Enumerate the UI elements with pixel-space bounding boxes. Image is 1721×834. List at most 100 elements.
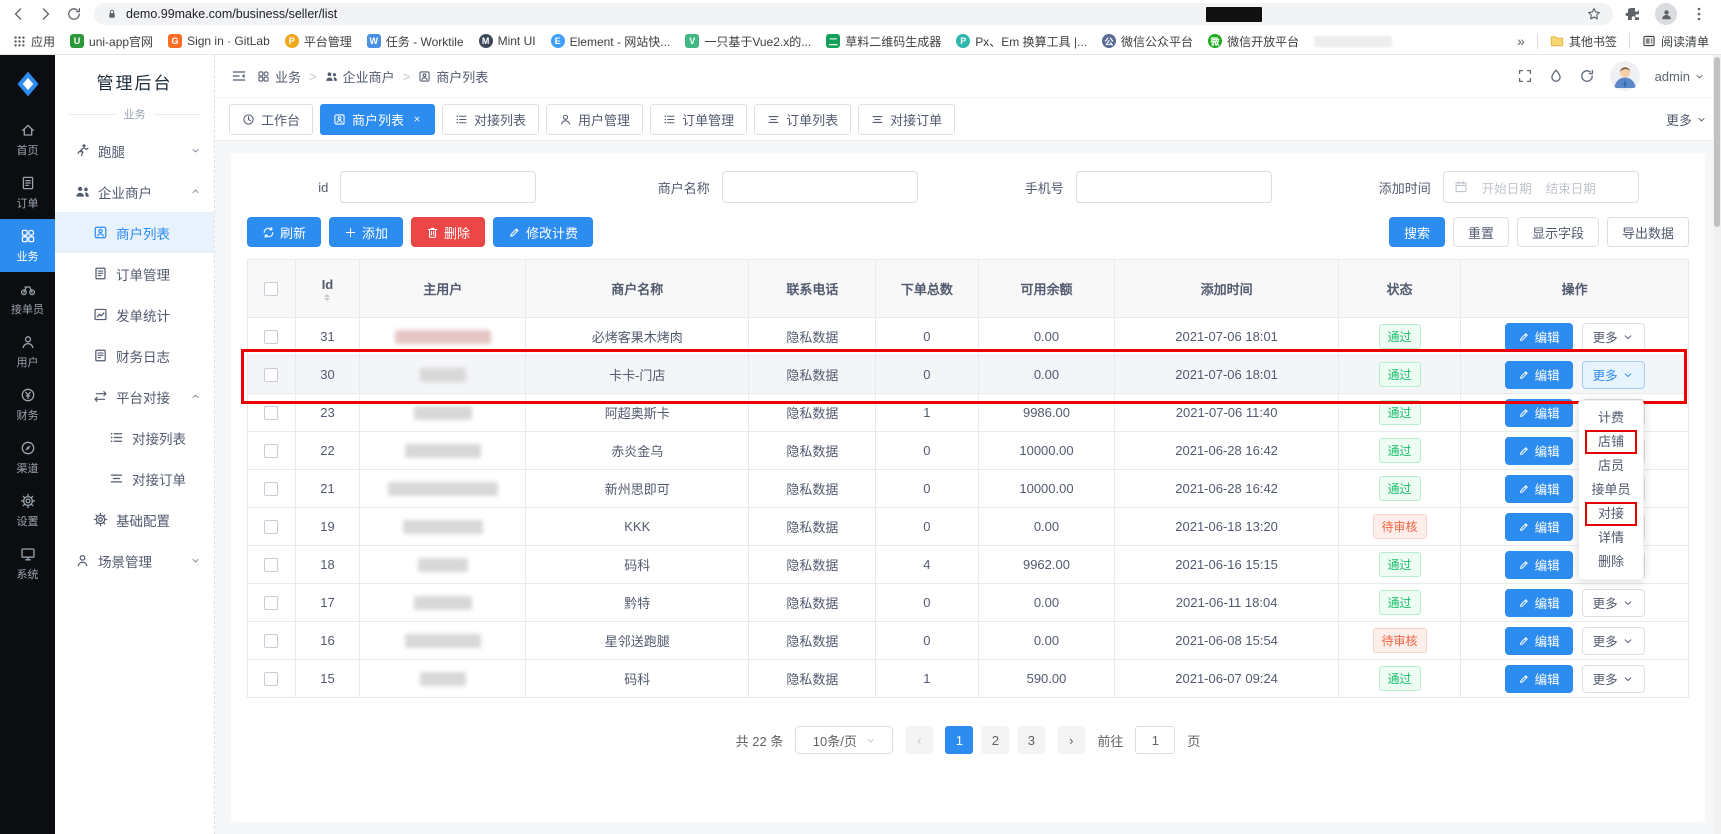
sort-carets-icon[interactable] <box>324 294 330 301</box>
tab-order-list[interactable]: 订单列表 <box>754 104 851 135</box>
bookmark-mint-ui[interactable]: MMint UI <box>479 34 536 48</box>
row-checkbox[interactable] <box>264 330 278 344</box>
bookmark-element[interactable]: EElement - 网站快... <box>551 33 671 50</box>
rail-item-users[interactable]: 用户 <box>0 325 55 378</box>
tab-workbench[interactable]: 工作台 <box>229 104 313 135</box>
user-menu[interactable]: admin <box>1655 69 1705 84</box>
sidebar-item-dispatch-stats[interactable]: 发单统计 <box>55 294 214 335</box>
column-header-checkbox[interactable] <box>248 260 296 318</box>
refresh-button[interactable]: 刷新 <box>247 217 321 247</box>
app-logo[interactable] <box>13 69 43 99</box>
reset-button[interactable]: 重置 <box>1453 217 1509 247</box>
edit-button[interactable]: 编辑 <box>1505 513 1573 541</box>
sidebar-item-merchant-list[interactable]: 商户列表 <box>55 212 214 253</box>
bookmark-apps[interactable]: 应用 <box>12 33 55 50</box>
edit-button[interactable]: 编辑 <box>1505 399 1573 427</box>
sidebar-item-errand[interactable]: 跑腿 <box>55 130 214 171</box>
tab-merchant-list[interactable]: 商户列表 <box>320 104 435 135</box>
refresh-page-icon[interactable] <box>1579 68 1595 84</box>
dropdown-item-connect[interactable]: 对接 <box>1579 502 1643 526</box>
filter-input-merchant-name[interactable] <box>722 171 918 203</box>
bookmark-platform-admin[interactable]: P平台管理 <box>285 33 352 50</box>
profile-icon[interactable] <box>1655 3 1677 25</box>
more-button[interactable]: 更多 <box>1582 323 1645 351</box>
breadcrumb-enterprise-merchant[interactable]: 企业商户 <box>325 67 395 86</box>
other-bookmarks-button[interactable]: 其他书签 <box>1550 33 1617 50</box>
row-checkbox[interactable] <box>264 482 278 496</box>
dropdown-item-courier[interactable]: 接单员 <box>1579 478 1643 502</box>
row-checkbox[interactable] <box>264 444 278 458</box>
row-checkbox[interactable] <box>264 672 278 686</box>
back-icon[interactable] <box>10 6 26 22</box>
sidebar-item-scene-manage[interactable]: 场景管理 <box>55 540 214 581</box>
edit-button[interactable]: 编辑 <box>1505 361 1573 389</box>
fullscreen-icon[interactable] <box>1517 68 1533 84</box>
modify-billing-button[interactable]: 修改计费 <box>493 217 593 247</box>
extensions-icon[interactable] <box>1625 6 1641 22</box>
prev-page-button[interactable]: ‹ <box>905 726 933 754</box>
show-fields-button[interactable]: 显示字段 <box>1517 217 1599 247</box>
breadcrumb-merchant-list[interactable]: 商户列表 <box>418 67 488 86</box>
goto-page-input[interactable] <box>1135 726 1175 754</box>
export-data-button[interactable]: 导出数据 <box>1607 217 1689 247</box>
more-button[interactable]: 更多 <box>1582 627 1645 655</box>
rail-item-courier[interactable]: 接单员 <box>0 272 55 325</box>
close-icon[interactable] <box>412 114 422 124</box>
filter-input-phone[interactable] <box>1076 171 1272 203</box>
tab-connect-order[interactable]: 对接订单 <box>858 104 955 135</box>
page-size-select[interactable]: 10条/页 <box>795 726 893 754</box>
bookmark-star-icon[interactable] <box>1587 7 1601 21</box>
rail-item-finance[interactable]: 财务 <box>0 378 55 431</box>
breadcrumb-business[interactable]: 业务 <box>257 67 301 86</box>
bookmark-vue2[interactable]: V一只基于Vue2.x的... <box>685 33 811 50</box>
dropdown-item-shop[interactable]: 店铺 <box>1579 430 1643 454</box>
bookmark-worktile[interactable]: W任务 - Worktile <box>367 33 464 50</box>
more-button[interactable]: 更多 <box>1582 665 1645 693</box>
rail-item-settings[interactable]: 设置 <box>0 484 55 537</box>
delete-button[interactable]: 删除 <box>411 217 485 247</box>
reload-icon[interactable] <box>66 6 82 22</box>
theme-icon[interactable] <box>1548 68 1564 84</box>
bookmark-wechat-mp[interactable]: 公微信公众平台 <box>1102 33 1193 50</box>
bookmark-px-em[interactable]: PPx、Em 换算工具 |... <box>956 33 1087 50</box>
scrollbar-thumb[interactable] <box>1714 57 1720 227</box>
bookmark-wechat-open[interactable]: 微微信开放平台 <box>1208 33 1299 50</box>
menu-dots-icon[interactable] <box>1691 6 1707 22</box>
row-checkbox[interactable] <box>264 558 278 572</box>
sidebar-item-finance-log[interactable]: 财务日志 <box>55 335 214 376</box>
search-button[interactable]: 搜索 <box>1389 217 1445 247</box>
dropdown-item-delete[interactable]: 删除 <box>1579 550 1643 574</box>
more-button[interactable]: 更多 <box>1582 361 1645 389</box>
bookmark-qrcode[interactable]: 二草料二维码生成器 <box>826 33 941 50</box>
page-button-1[interactable]: 1 <box>945 726 973 754</box>
edit-button[interactable]: 编辑 <box>1505 323 1573 351</box>
add-button[interactable]: 添加 <box>329 217 403 247</box>
next-page-button[interactable]: › <box>1057 726 1085 754</box>
avatar[interactable] <box>1610 61 1640 91</box>
sidebar-item-platform-connect[interactable]: 平台对接 <box>55 376 214 417</box>
dropdown-item-clerk[interactable]: 店员 <box>1579 454 1643 478</box>
rail-item-channel[interactable]: 渠道 <box>0 431 55 484</box>
forward-icon[interactable] <box>38 6 54 22</box>
row-checkbox[interactable] <box>264 406 278 420</box>
rail-item-business[interactable]: 业务 <box>0 219 55 272</box>
row-checkbox[interactable] <box>264 520 278 534</box>
row-checkbox[interactable] <box>264 634 278 648</box>
row-checkbox[interactable] <box>264 596 278 610</box>
scrollbar[interactable] <box>1713 55 1721 834</box>
page-button-3[interactable]: 3 <box>1017 726 1045 754</box>
rail-item-home[interactable]: 首页 <box>0 113 55 166</box>
reading-list-button[interactable]: 阅读清单 <box>1642 33 1709 50</box>
sidebar-item-connect-list[interactable]: 对接列表 <box>55 417 214 458</box>
row-checkbox[interactable] <box>264 368 278 382</box>
bookmark-gitlab[interactable]: GSign in · GitLab <box>168 34 270 48</box>
dropdown-item-billing[interactable]: 计费 <box>1579 406 1643 430</box>
more-button[interactable]: 更多 <box>1582 589 1645 617</box>
filter-input-id[interactable] <box>340 171 536 203</box>
url-bar[interactable]: demo.99make.com/business/seller/list <box>94 3 1613 25</box>
bookmark-uni-app[interactable]: Uuni-app官网 <box>70 33 153 50</box>
sidebar-item-enterprise-merchant[interactable]: 企业商户 <box>55 171 214 212</box>
sidebar-item-order-manage[interactable]: 订单管理 <box>55 253 214 294</box>
dropdown-item-detail[interactable]: 详情 <box>1579 526 1643 550</box>
edit-button[interactable]: 编辑 <box>1505 437 1573 465</box>
